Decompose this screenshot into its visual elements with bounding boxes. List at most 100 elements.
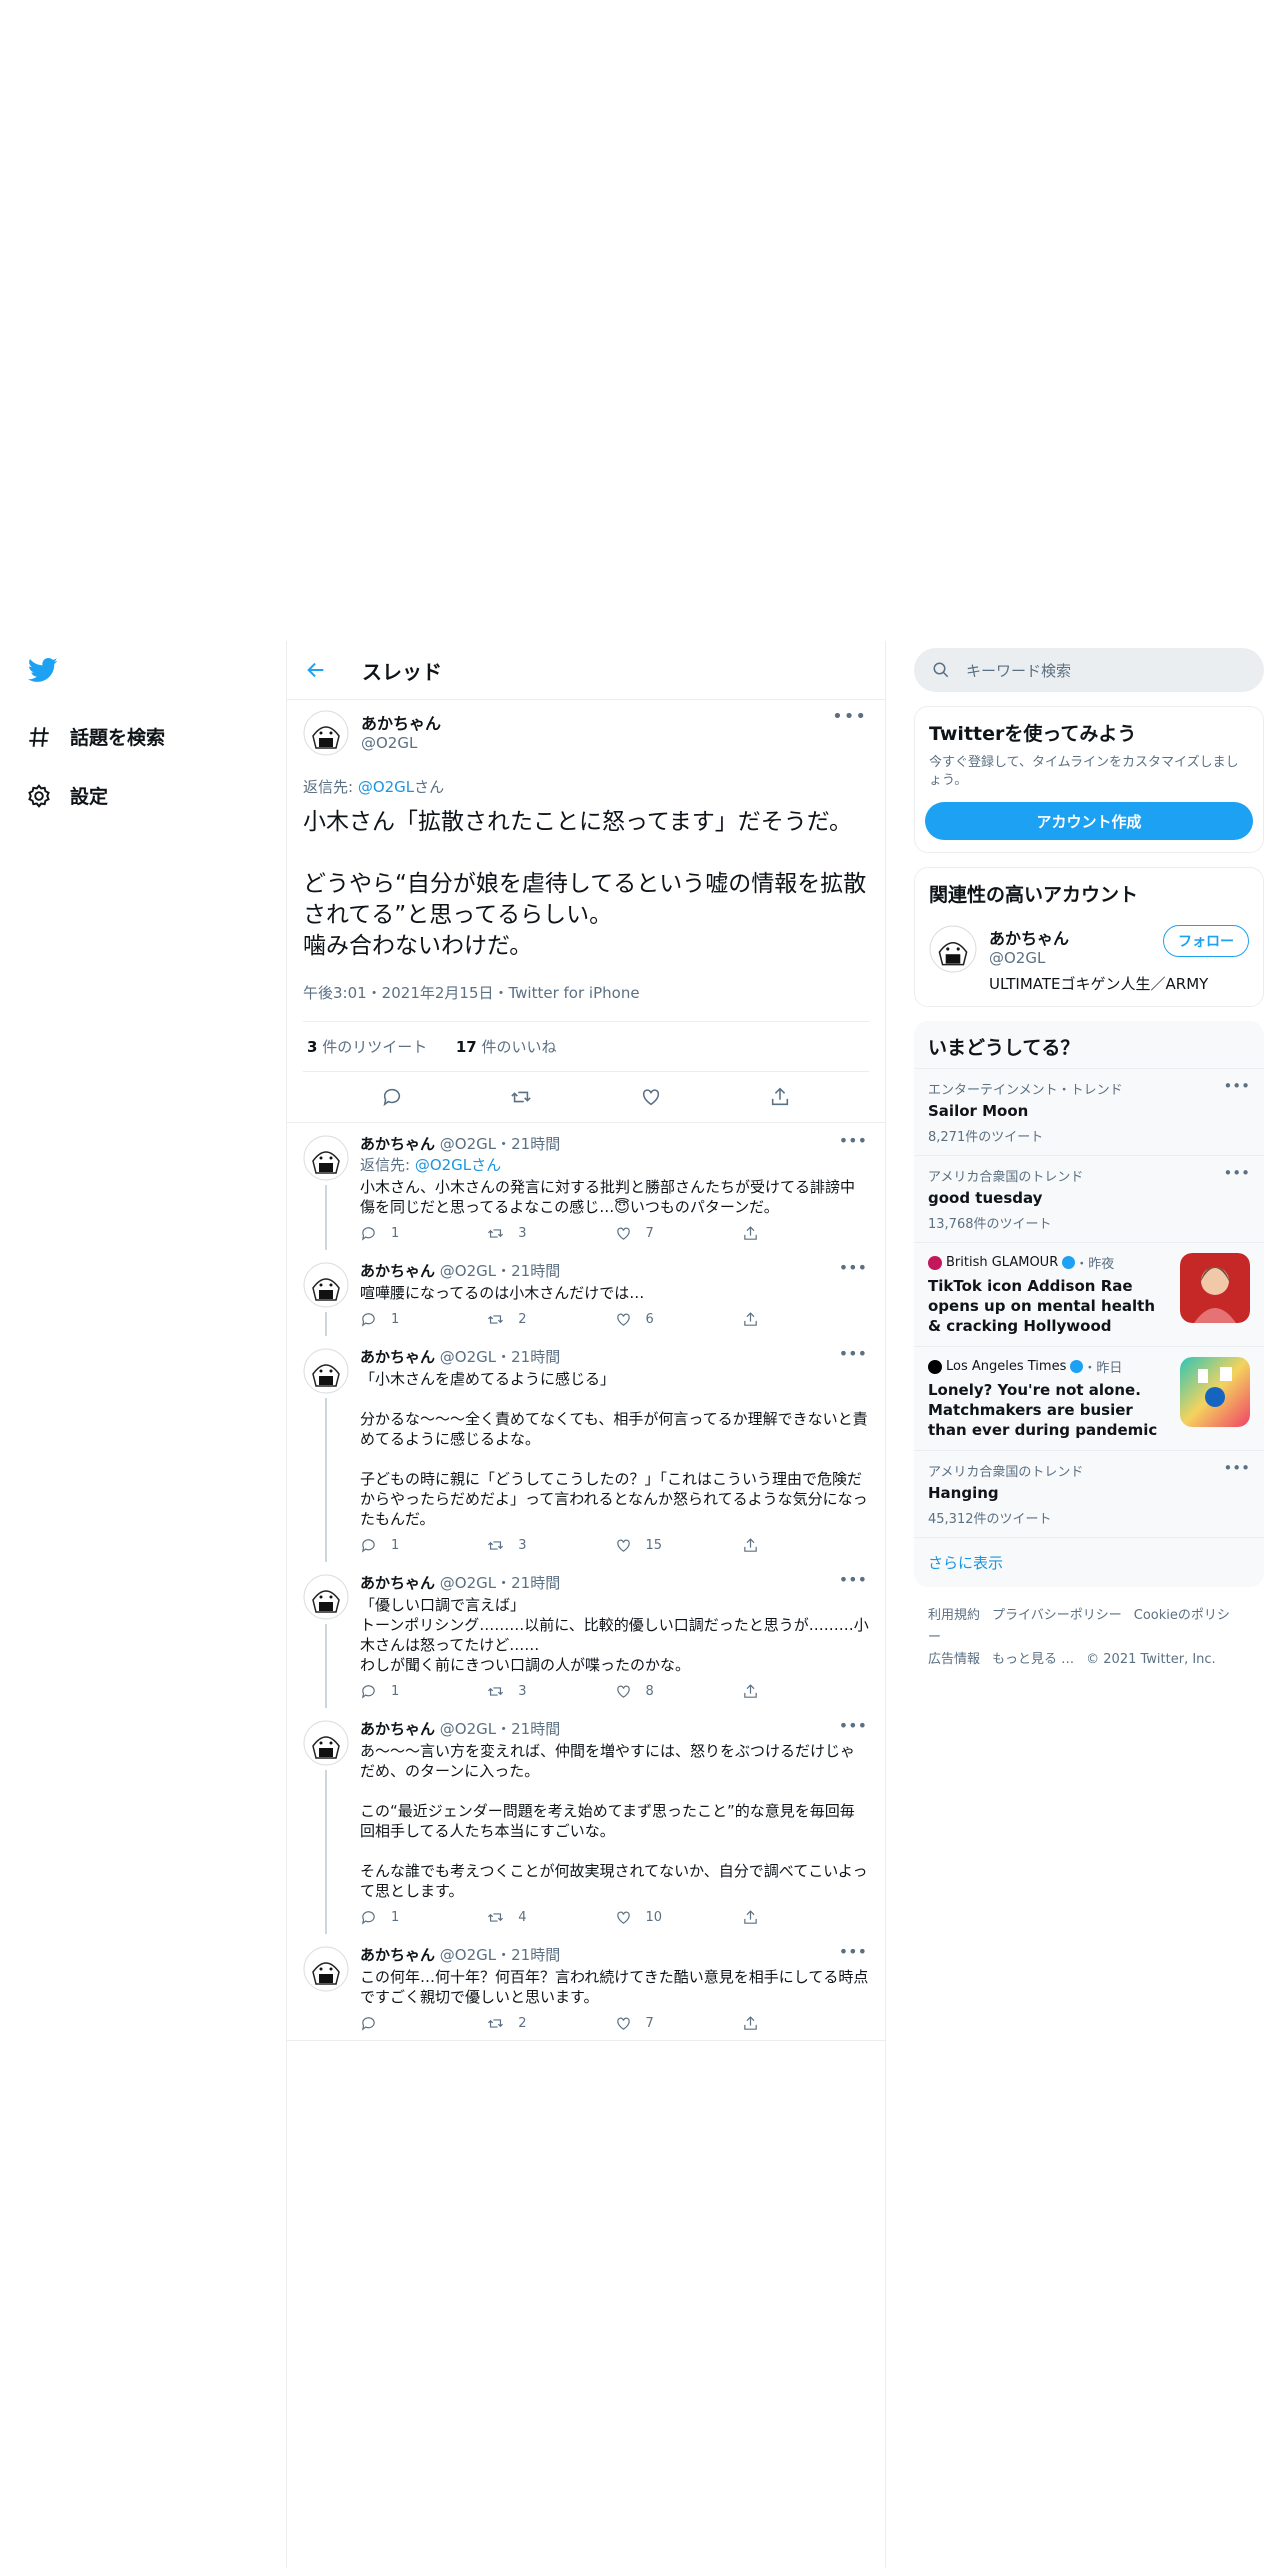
retweet-button[interactable]: 2 <box>487 2015 614 2032</box>
news-item[interactable]: British GLAMOUR ・昨夜 TikTok icon Addison R… <box>914 1242 1264 1346</box>
more-options-icon[interactable]: ••• <box>1223 1459 1250 1477</box>
retweet-count: 2 <box>518 2016 527 2031</box>
reply-to-line: 返信先: @O2GLさん <box>303 776 869 797</box>
retweet-count: 3 <box>307 1038 318 1056</box>
reply-author-name[interactable]: あかちゃん <box>360 1574 435 1592</box>
trend-item[interactable]: アメリカ合衆国のトレンド Hanging 45,312件のツイート ••• <box>914 1450 1264 1537</box>
like-icon <box>616 1685 630 1698</box>
reply-tweet[interactable]: ••• あかちゃん @O2GL・21時間 返信先: @O2GLさん 小木さん、小木さん… <box>287 1123 885 1250</box>
more-options-icon[interactable]: ••• <box>839 1344 867 1363</box>
thread-header: スレッド <box>287 641 885 700</box>
avatar[interactable] <box>303 1348 349 1394</box>
avatar[interactable] <box>303 1262 349 1308</box>
avatar[interactable] <box>303 1574 349 1620</box>
thread-line <box>325 1398 327 1562</box>
reply-tweet[interactable]: ••• あかちゃん @O2GL・21時間 「優しい口調で言えば」 トーンポリシング…… <box>287 1562 885 1708</box>
more-options-icon[interactable]: ••• <box>839 1131 867 1150</box>
like-button[interactable]: 7 <box>615 2015 742 2032</box>
retweet-button[interactable]: 4 <box>487 1909 614 1926</box>
share-button[interactable] <box>742 1909 869 1926</box>
create-account-button[interactable]: アカウント作成 <box>925 802 1253 840</box>
like-button[interactable]: 10 <box>615 1909 742 1926</box>
more-options-icon[interactable]: ••• <box>839 1942 867 1961</box>
more-options-icon[interactable]: ••• <box>839 1258 867 1277</box>
reply-button[interactable]: 1 <box>360 1311 487 1328</box>
avatar[interactable] <box>303 1720 349 1766</box>
reply-to-link[interactable]: @O2GL <box>358 778 414 796</box>
retweet-icon[interactable] <box>510 1086 532 1108</box>
more-options-icon[interactable]: ••• <box>1223 1077 1250 1095</box>
tweet-timestamp[interactable]: 午後3:01・2021年2月15日・Twitter for iPhone <box>303 982 869 1022</box>
reply-button[interactable]: 1 <box>360 1225 487 1242</box>
share-button[interactable] <box>742 1537 869 1554</box>
retweet-button[interactable]: 3 <box>487 1683 614 1700</box>
reply-button[interactable]: 1 <box>360 1909 487 1926</box>
share-icon[interactable] <box>769 1086 791 1108</box>
share-button[interactable] <box>742 1311 869 1328</box>
search-box[interactable]: キーワード検索 <box>914 648 1264 692</box>
avatar[interactable] <box>303 1135 349 1181</box>
twitter-logo-icon[interactable] <box>26 655 60 685</box>
trend-item[interactable]: エンターテインメント・トレンド Sailor Moon 8,271件のツイート … <box>914 1068 1264 1155</box>
more-options-icon[interactable]: ••• <box>832 706 867 727</box>
share-button[interactable] <box>742 1683 869 1700</box>
reply-icon[interactable] <box>381 1086 403 1108</box>
reply-tweet[interactable]: ••• あかちゃん @O2GL・21時間 「小木さんを虐めてるように感じる」 分かる… <box>287 1336 885 1562</box>
author-name[interactable]: あかちゃん <box>361 710 441 734</box>
reply-button[interactable]: 1 <box>360 1683 487 1700</box>
reply-button[interactable] <box>360 2015 487 2032</box>
reply-meta[interactable]: @O2GL・21時間 <box>440 1720 560 1738</box>
back-arrow-icon[interactable] <box>305 659 327 681</box>
like-button[interactable]: 8 <box>615 1683 742 1700</box>
retweet-button[interactable]: 2 <box>487 1311 614 1328</box>
source-logo-icon <box>928 1255 942 1270</box>
nav-settings[interactable]: 設定 <box>26 766 266 825</box>
like-icon[interactable] <box>640 1086 662 1108</box>
like-label: 件のいいね <box>476 1038 557 1056</box>
reply-meta[interactable]: @O2GL・21時間 <box>440 1262 560 1280</box>
share-button[interactable] <box>742 1225 869 1242</box>
reply-author-name[interactable]: あかちゃん <box>360 1720 435 1738</box>
reply-author-name[interactable]: あかちゃん <box>360 1348 435 1366</box>
related-account[interactable]: あかちゃん @O2GL ULTIMATEゴキゲン人生／ARMY フォロー <box>915 915 1263 1006</box>
trend-item[interactable]: アメリカ合衆国のトレンド good tuesday 13,768件のツイート •… <box>914 1155 1264 1242</box>
reply-meta[interactable]: @O2GL・21時間 <box>440 1946 560 1964</box>
like-button[interactable]: 15 <box>615 1537 742 1554</box>
avatar[interactable] <box>303 710 349 756</box>
reply-tweet[interactable]: ••• あかちゃん @O2GL・21時間 この何年…何十年？何百年？言われ続けてきた… <box>287 1934 885 2040</box>
avatar[interactable] <box>929 925 977 973</box>
reply-author-name[interactable]: あかちゃん <box>360 1946 435 1964</box>
reply-to-prefix: 返信先: <box>303 778 358 796</box>
reply-tweet[interactable]: ••• あかちゃん @O2GL・21時間 喧嘩腰になってるのは小木さんだけでは… 1 2… <box>287 1250 885 1336</box>
avatar[interactable] <box>303 1946 349 1992</box>
reply-meta[interactable]: @O2GL・21時間 <box>440 1574 560 1592</box>
nav-explore[interactable]: 話題を検索 <box>26 707 266 766</box>
more-options-icon[interactable]: ••• <box>839 1570 867 1589</box>
retweet-button[interactable]: 3 <box>487 1537 614 1554</box>
retweet-count: 3 <box>518 1226 527 1241</box>
follow-button[interactable]: フォロー <box>1163 925 1249 957</box>
retweet-stat[interactable]: 3 件のリツイート <box>307 1038 427 1056</box>
share-button[interactable] <box>742 2015 869 2032</box>
footer-more[interactable]: もっと見る … <box>992 1652 1074 1667</box>
search-input[interactable]: キーワード検索 <box>966 660 1071 681</box>
reply-author-name[interactable]: あかちゃん <box>360 1135 435 1153</box>
reply-tweet[interactable]: ••• あかちゃん @O2GL・21時間 あ〜〜〜言い方を変えれば、仲間を増やすには… <box>287 1708 885 1934</box>
reply-meta[interactable]: @O2GL・21時間 <box>440 1348 560 1366</box>
like-stat[interactable]: 17 件のいいね <box>456 1038 557 1056</box>
news-item[interactable]: Los Angeles Times ・昨日 Lonely? You're not … <box>914 1346 1264 1450</box>
retweet-button[interactable]: 3 <box>487 1225 614 1242</box>
author-handle[interactable]: @O2GL <box>361 734 441 752</box>
reply-author-name[interactable]: あかちゃん <box>360 1262 435 1280</box>
show-more-link[interactable]: さらに表示 <box>914 1537 1264 1587</box>
more-options-icon[interactable]: ••• <box>839 1716 867 1735</box>
like-button[interactable]: 7 <box>615 1225 742 1242</box>
footer-terms[interactable]: 利用規約 <box>928 1608 980 1623</box>
reply-button[interactable]: 1 <box>360 1537 487 1554</box>
reply-to-link[interactable]: @O2GLさん <box>415 1156 501 1174</box>
footer-privacy[interactable]: プライバシーポリシー <box>992 1608 1122 1623</box>
like-button[interactable]: 6 <box>615 1311 742 1328</box>
footer-ads[interactable]: 広告情報 <box>928 1652 980 1667</box>
more-options-icon[interactable]: ••• <box>1223 1164 1250 1182</box>
reply-meta[interactable]: @O2GL・21時間 <box>440 1135 560 1153</box>
